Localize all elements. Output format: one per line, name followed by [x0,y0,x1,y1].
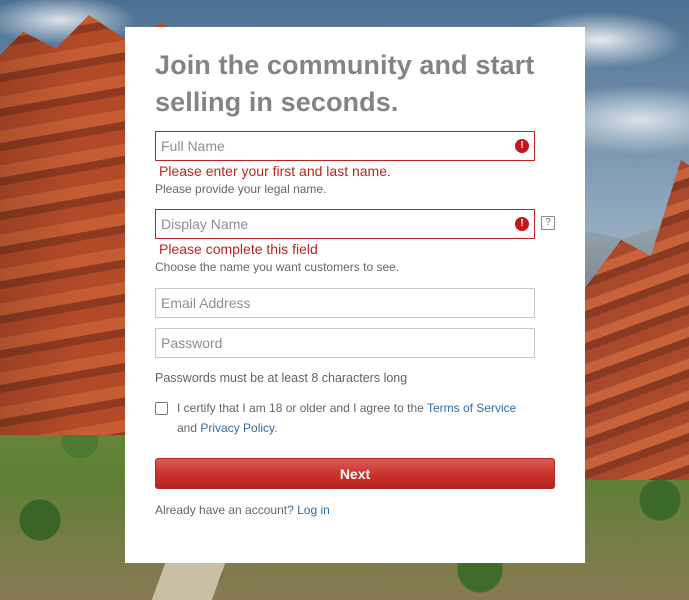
certify-suffix: . [274,421,278,435]
full-name-input[interactable] [155,131,535,161]
display-name-error: Please complete this field [159,241,318,257]
full-name-group: ! [155,131,535,161]
certify-prefix: I certify that I am 18 or older and I ag… [177,401,424,415]
email-group [155,288,535,318]
title-line-2: selling in seconds. [155,87,399,117]
email-input[interactable] [155,288,535,318]
login-link[interactable]: Log in [297,503,330,517]
title-line-1: Join the community and start [155,50,535,80]
signup-card: Join the community and start selling in … [125,27,585,563]
next-button[interactable]: Next [155,458,555,489]
display-name-hint: Choose the name you want customers to se… [155,260,400,274]
certify-and: and [177,421,198,435]
error-icon: ! [515,217,529,231]
certify-row: I certify that I am 18 or older and I ag… [155,398,555,438]
password-group [155,328,535,358]
password-input[interactable] [155,328,535,358]
terms-of-service-link[interactable]: Terms of Service [427,401,516,415]
certify-checkbox[interactable] [155,402,168,415]
privacy-policy-link[interactable]: Privacy Policy [200,421,274,435]
certify-text: I certify that I am 18 or older and I ag… [177,398,537,438]
login-prompt-text: Already have an account? [155,503,294,517]
full-name-error: Please enter your first and last name. [159,163,391,179]
password-requirement: Passwords must be at least 8 characters … [155,371,408,385]
login-prompt: Already have an account? Log in [155,503,555,517]
full-name-hint: Please provide your legal name. [155,182,327,196]
help-icon[interactable]: ? [541,216,555,230]
display-name-input[interactable] [155,209,535,239]
display-name-group: ! ? [155,209,555,239]
error-icon: ! [515,139,529,153]
page-title: Join the community and start selling in … [155,47,555,121]
